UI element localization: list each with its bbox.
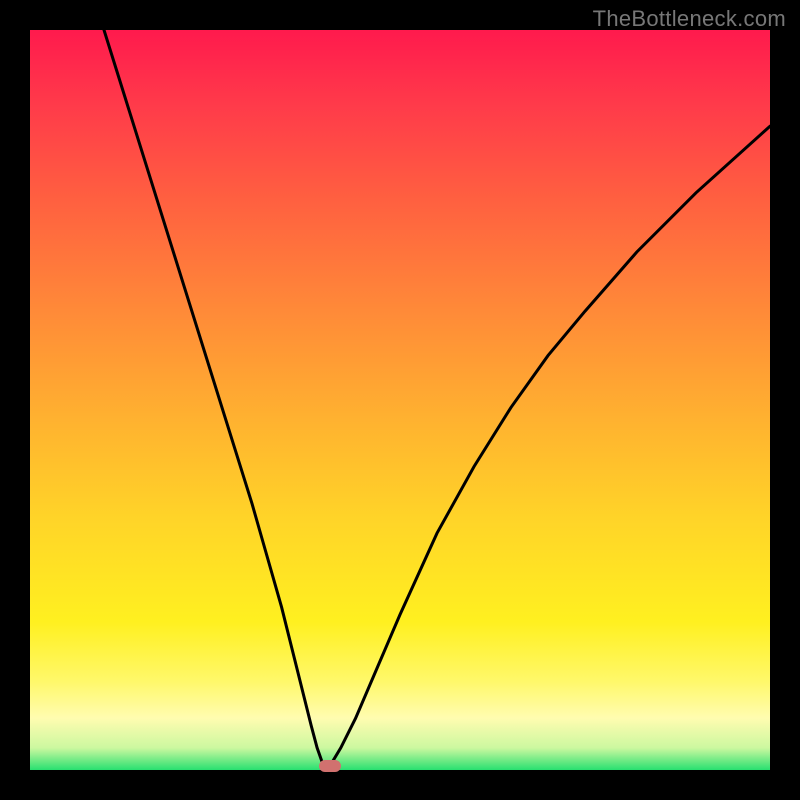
plot-area — [30, 30, 770, 770]
bottleneck-curve — [104, 30, 770, 766]
chart-outer-frame: TheBottleneck.com — [0, 0, 800, 800]
watermark-text: TheBottleneck.com — [593, 6, 786, 32]
minimum-marker-icon — [319, 760, 341, 772]
curve-svg — [30, 30, 770, 770]
